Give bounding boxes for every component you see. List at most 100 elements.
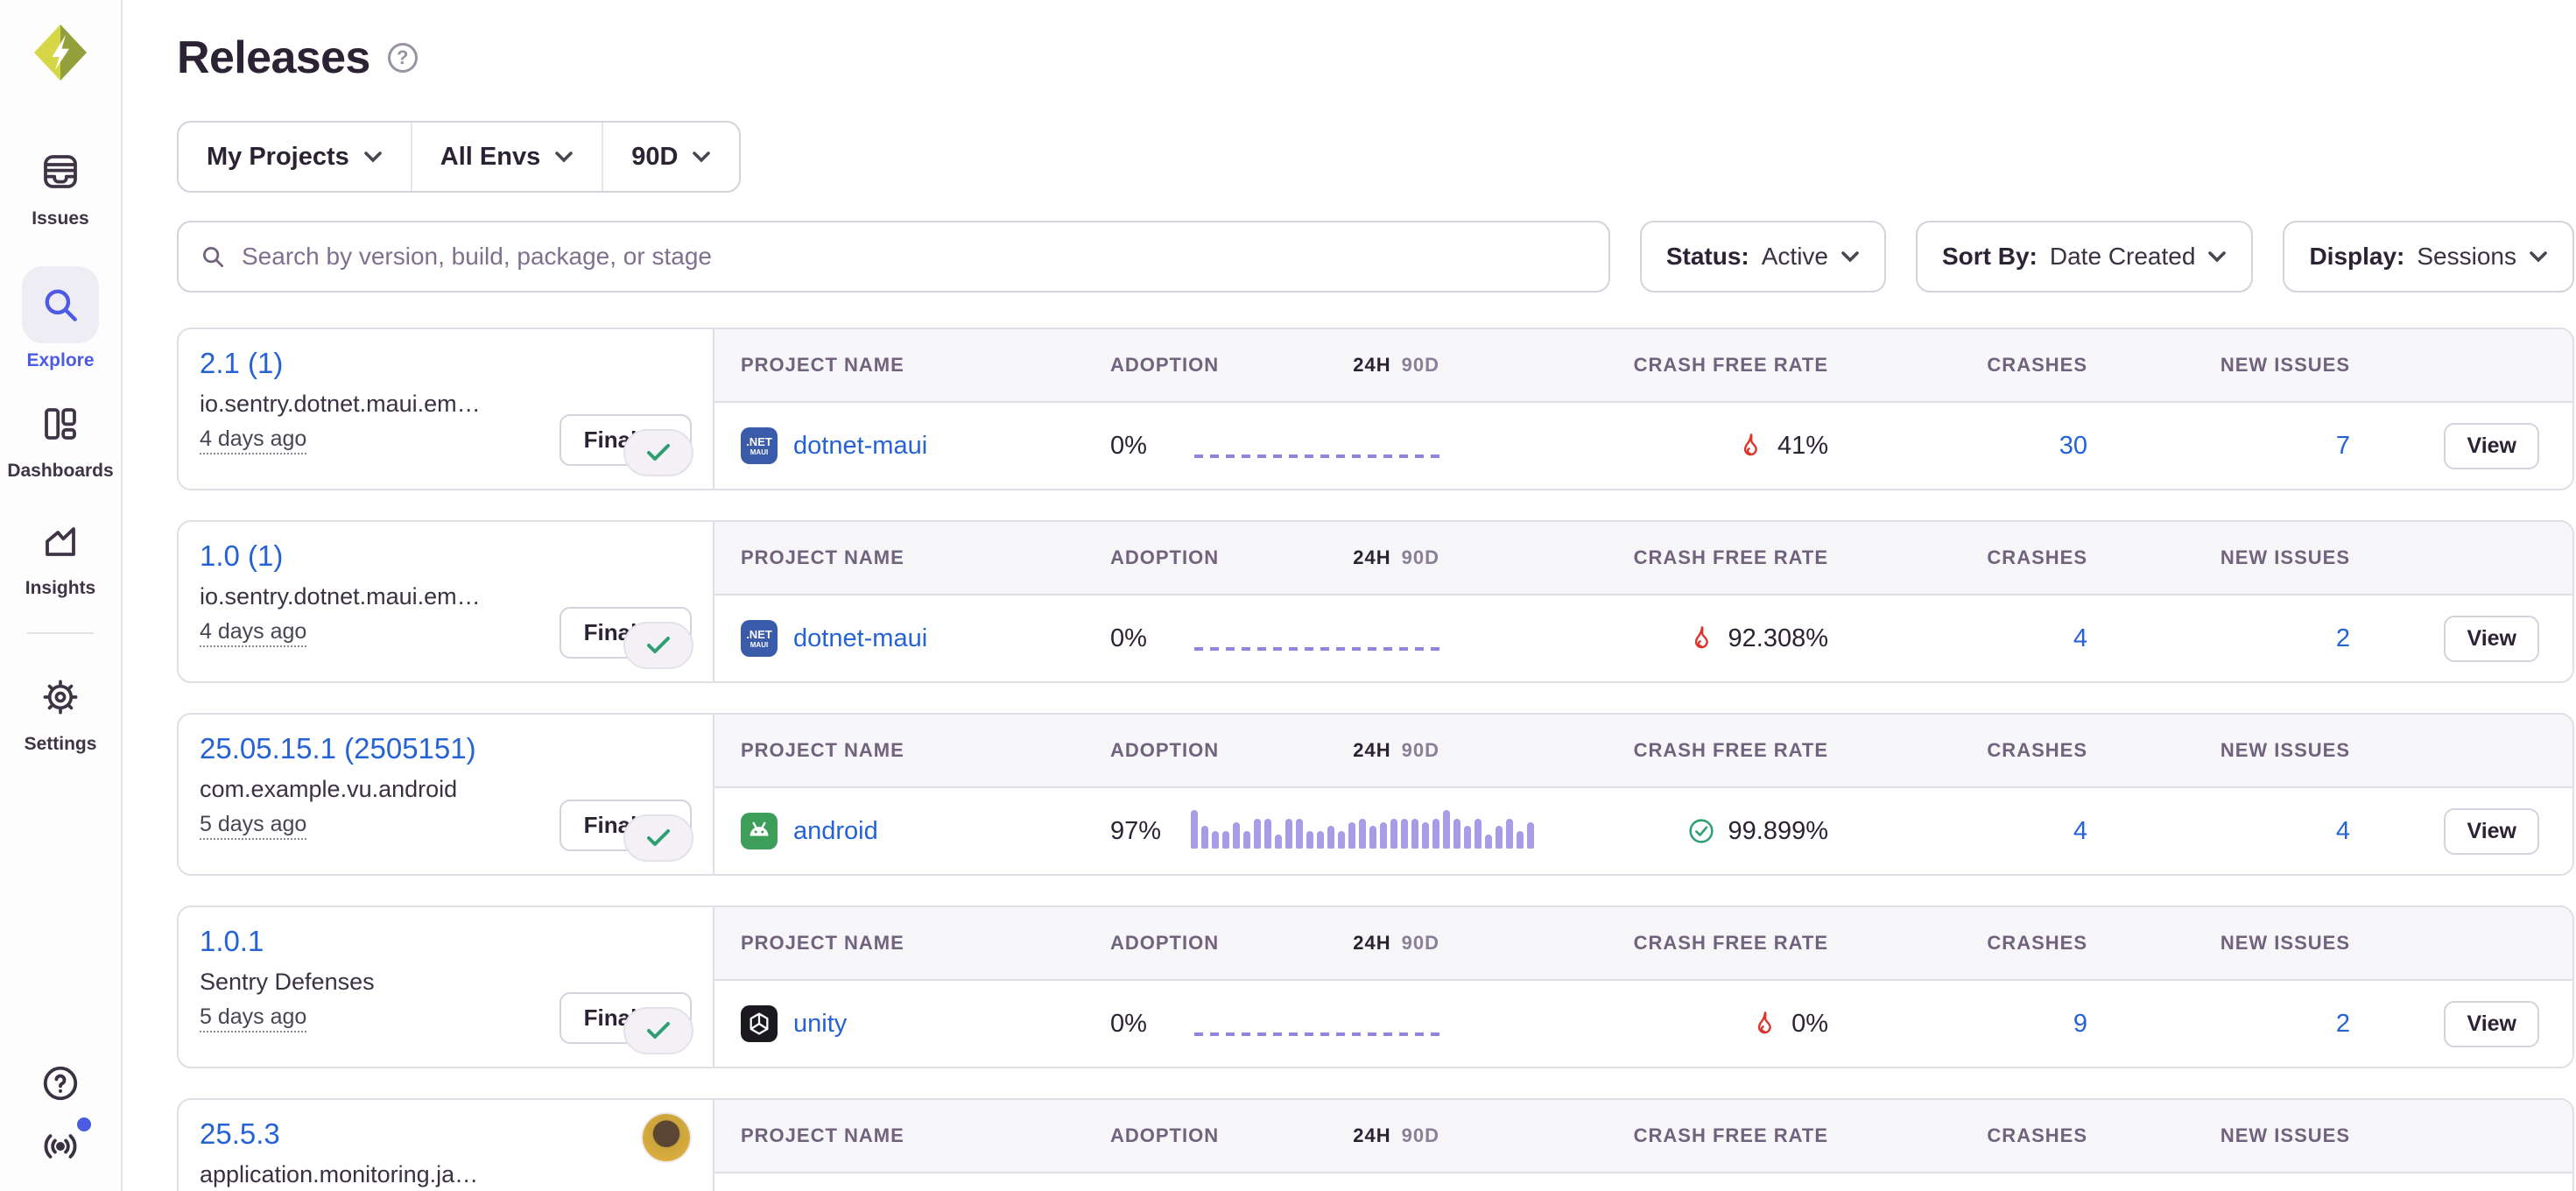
display-dropdown[interactable]: Display: Sessions: [2283, 221, 2574, 292]
issues-icon: [22, 142, 99, 201]
finalized-check-pill[interactable]: [623, 429, 693, 476]
question-circle-icon[interactable]: [40, 1063, 81, 1103]
range-toggle-90d[interactable]: 90D: [1402, 932, 1439, 955]
new-issues-link[interactable]: 4: [2336, 817, 2350, 846]
release-version-link[interactable]: 25.05.15.1 (2505151): [200, 732, 476, 765]
release-health-table: PROJECT NAME ADOPTION 24H 90D CRASH FREE…: [714, 907, 2572, 1067]
sessions-chart: [1191, 614, 1453, 663]
avatar: [643, 1114, 690, 1161]
release-version-link[interactable]: 1.0.1: [200, 925, 264, 958]
table-header-row: PROJECT NAME ADOPTION 24H 90D CRASH FREE…: [714, 1100, 2572, 1173]
finalized-check-pill[interactable]: [623, 814, 693, 862]
range-toggle-24h[interactable]: 24H: [1353, 1124, 1390, 1147]
project-link[interactable]: dotnet-maui: [793, 624, 927, 653]
sidebar-item-label: Issues: [32, 208, 88, 229]
table-header-row: PROJECT NAME ADOPTION 24H 90D CRASH FREE…: [714, 715, 2572, 788]
release-card: 1.0 (1) io.sentry.dotnet.maui.em… 4 days…: [179, 522, 714, 681]
check-circle-icon: [1686, 816, 1716, 846]
column-header-crash-free-rate: CRASH FREE RATE: [1467, 739, 1856, 762]
crashes-link[interactable]: 4: [2073, 817, 2087, 846]
release-group: 2.1 (1) io.sentry.dotnet.maui.em… 4 days…: [177, 328, 2574, 490]
table-header-row: PROJECT NAME ADOPTION 24H 90D CRASH FREE…: [714, 907, 2572, 981]
search-explore-icon: [22, 266, 99, 343]
release-card: 2.1 (1) io.sentry.dotnet.maui.em… 4 days…: [179, 329, 714, 489]
sort-by-label: Sort By:: [1942, 243, 2038, 271]
help-icon[interactable]: ?: [388, 43, 418, 73]
environment-filter-dropdown[interactable]: All Envs: [412, 123, 603, 191]
adoption-value: 0%: [1110, 432, 1191, 461]
project-link[interactable]: unity: [793, 1010, 847, 1039]
check-icon: [646, 443, 671, 462]
broadcast-icon[interactable]: [40, 1126, 81, 1166]
range-toggle-90d[interactable]: 90D: [1402, 1124, 1439, 1147]
sort-by-dropdown[interactable]: Sort By: Date Created: [1916, 221, 2253, 292]
gear-icon: [22, 667, 99, 727]
fire-icon: [1688, 624, 1716, 652]
crashes-link[interactable]: 9: [2073, 1010, 2087, 1039]
sidebar-item-insights[interactable]: Insights: [22, 511, 99, 599]
status-label: Status:: [1666, 243, 1749, 271]
sidebar-item-settings[interactable]: Settings: [22, 667, 99, 755]
crash-free-rate-value: 92.308%: [1728, 624, 1829, 653]
release-age: 5 days ago: [200, 812, 306, 840]
range-toggle-24h[interactable]: 24H: [1353, 354, 1390, 377]
org-avatar-logo[interactable]: [31, 23, 90, 82]
notification-dot: [77, 1117, 91, 1131]
crashes-link[interactable]: 4: [2073, 624, 2087, 653]
finalized-check-pill[interactable]: [623, 622, 693, 669]
column-header-adoption: ADOPTION 24H 90D: [1086, 354, 1467, 377]
fire-icon: [1751, 1010, 1779, 1038]
release-age: 5 days ago: [200, 1004, 306, 1032]
search-input[interactable]: [242, 243, 1587, 271]
crashes-link[interactable]: 30: [2059, 432, 2087, 461]
release-age: 4 days ago: [200, 619, 306, 647]
sidebar-item-label: Explore: [26, 350, 94, 371]
sidebar-divider: [27, 632, 94, 634]
table-row: react 100% 93.679% 20k 34 View: [714, 1173, 2572, 1191]
new-issues-link[interactable]: 7: [2336, 432, 2350, 461]
chevron-down-icon: [554, 151, 574, 163]
sidebar-item-issues[interactable]: Issues: [22, 142, 99, 229]
project-link[interactable]: dotnet-maui: [793, 432, 927, 461]
sidebar-item-dashboards[interactable]: Dashboards: [7, 394, 113, 482]
release-package: application.monitoring.ja…: [200, 1161, 692, 1188]
crash-free-rate-value: 41%: [1777, 432, 1828, 461]
status-dropdown[interactable]: Status: Active: [1640, 221, 1886, 292]
release-card: 1.0.1 Sentry Defenses 5 days ago Finaliz…: [179, 907, 714, 1067]
sort-by-value: Date Created: [2050, 243, 2196, 271]
range-toggle-90d[interactable]: 90D: [1402, 354, 1439, 377]
release-version-link[interactable]: 25.5.3: [200, 1117, 280, 1151]
range-toggle-90d[interactable]: 90D: [1402, 739, 1439, 762]
page-filter-bar: My Projects All Envs 90D: [177, 121, 741, 193]
date-range-dropdown[interactable]: 90D: [603, 123, 739, 191]
new-issues-link[interactable]: 2: [2336, 1010, 2350, 1039]
android-icon: [741, 813, 778, 849]
view-button[interactable]: View: [2444, 1001, 2539, 1047]
view-button[interactable]: View: [2444, 616, 2539, 662]
range-toggle-90d[interactable]: 90D: [1402, 546, 1439, 569]
range-toggle-24h[interactable]: 24H: [1353, 546, 1390, 569]
search-icon: [200, 243, 226, 270]
chevron-down-icon: [2529, 250, 2548, 263]
project-filter-dropdown[interactable]: My Projects: [179, 123, 412, 191]
table-row: .NETMAUI dotnet-maui 0% 41% 30 7 View: [714, 403, 2572, 489]
table-row: android 97% 99.899% 4 4 View: [714, 788, 2572, 874]
unity-icon: [741, 1005, 778, 1042]
column-header-project: PROJECT NAME: [714, 546, 1086, 569]
main-content: Releases ? My Projects All Envs 90D: [123, 0, 2576, 1191]
range-toggle-24h[interactable]: 24H: [1353, 932, 1390, 955]
sidebar-item-explore[interactable]: Explore: [22, 266, 99, 371]
view-button[interactable]: View: [2444, 808, 2539, 855]
table-header-row: PROJECT NAME ADOPTION 24H 90D CRASH FREE…: [714, 329, 2572, 403]
release-version-link[interactable]: 2.1 (1): [200, 347, 283, 380]
finalized-check-pill[interactable]: [623, 1007, 693, 1054]
adoption-header-label: ADOPTION: [1110, 739, 1219, 762]
view-button[interactable]: View: [2444, 423, 2539, 469]
new-issues-link[interactable]: 2: [2336, 624, 2350, 653]
release-health-table: PROJECT NAME ADOPTION 24H 90D CRASH FREE…: [714, 1100, 2572, 1191]
display-label: Display:: [2309, 243, 2404, 271]
range-toggle-24h[interactable]: 24H: [1353, 739, 1390, 762]
project-link[interactable]: android: [793, 817, 878, 846]
column-header-crashes: CRASHES: [1856, 739, 2112, 762]
release-version-link[interactable]: 1.0 (1): [200, 539, 283, 573]
